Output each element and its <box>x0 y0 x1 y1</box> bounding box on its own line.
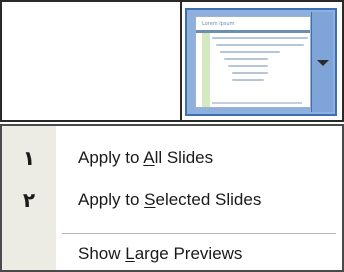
slide-accent <box>196 33 202 107</box>
menu-item-large-previews[interactable]: Show Large Previews <box>2 238 342 270</box>
chevron-down-icon <box>317 60 329 66</box>
slide-title: Lorem Ipsum <box>202 21 235 27</box>
design-thumbnail[interactable]: Lorem Ipsum <box>185 8 337 116</box>
grid-line <box>0 120 344 122</box>
grid-line <box>0 0 2 122</box>
menu-item-apply-all[interactable]: ١ Apply to All Slides <box>2 142 342 174</box>
slide-preview: Lorem Ipsum <box>195 16 311 108</box>
menu-separator <box>62 233 336 234</box>
thumbnail-dropdown-button[interactable] <box>311 12 333 112</box>
menu-item-apply-selected[interactable]: ٢ Apply to Selected Slides <box>2 184 342 216</box>
menu-item-label: Apply to All Slides <box>78 148 214 167</box>
grid-line <box>180 0 182 122</box>
menu-item-label: Show Large Previews <box>78 244 243 263</box>
menu-item-label: Apply to Selected Slides <box>78 190 262 209</box>
item-number: ٢ <box>22 188 36 212</box>
slide-title-bar <box>196 30 310 33</box>
slide-body <box>212 37 308 86</box>
slide-footer <box>212 102 302 104</box>
context-menu: ١ Apply to All Slides ٢ Apply to Selecte… <box>0 124 344 272</box>
design-gallery-row: Lorem Ipsum <box>0 0 344 122</box>
item-number: ١ <box>22 146 36 170</box>
grid-line <box>0 0 344 2</box>
